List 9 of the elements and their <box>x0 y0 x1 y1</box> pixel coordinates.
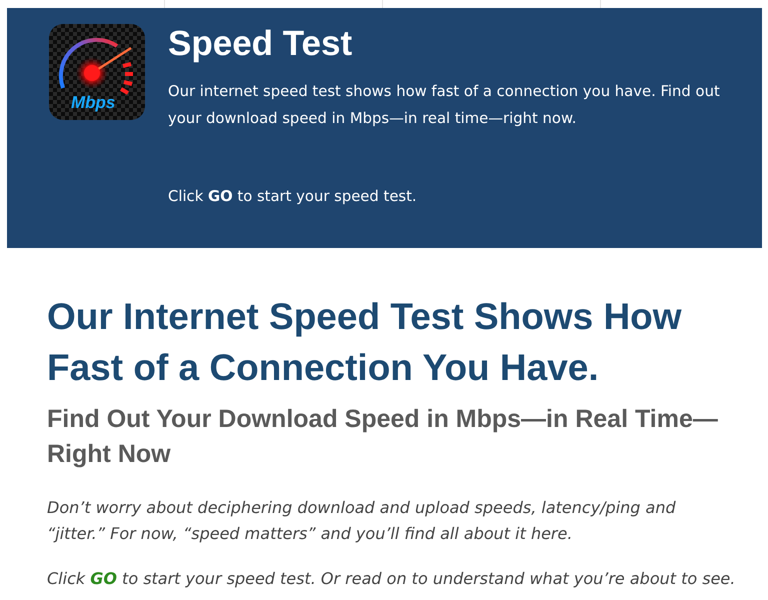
article-subheading: Find Out Your Download Speed in Mbps—in Real Time—Right Now <box>47 404 719 470</box>
article-heading: Our Internet Speed Test Shows How Fast of a Connection You Have. <box>47 295 683 390</box>
banner-description: Our internet speed test shows how fast of a connection you have. Find out your download speed in Mbps—in real time—right now. <box>168 82 721 129</box>
banner-instruction: Click GO to start your speed test. <box>168 187 418 207</box>
logo-text: Mbps <box>71 93 116 113</box>
speedometer-gauge-icon <box>49 24 145 120</box>
article-paragraph: Don’t worry about deciphering download and upload speeds, latency/ping and “jitter.” For now, “speed matters” and you’ll find all about it here. <box>47 497 677 545</box>
page-title: Speed Test <box>168 24 354 64</box>
article-paragraph: Click GO to start your speed test. Or read on to understand what you’re about to see. <box>47 568 736 590</box>
